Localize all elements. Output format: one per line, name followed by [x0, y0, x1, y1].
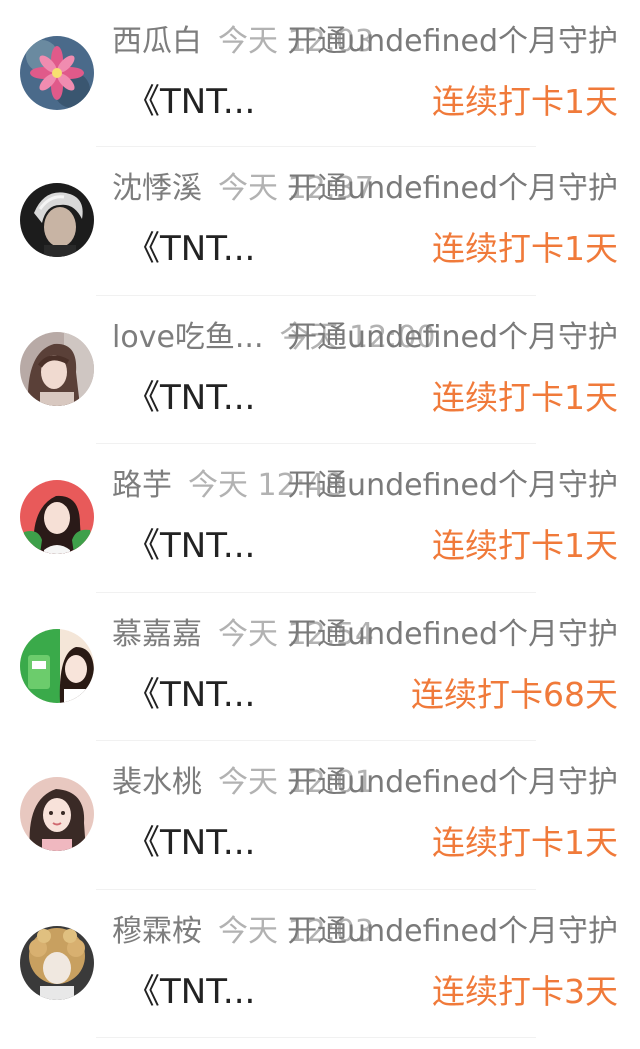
item-title: 《TNT... [126, 823, 256, 863]
list-item[interactable]: 路芋 今天 12:48 开通undefined个月守护 《TNT... 连续打卡1… [0, 444, 640, 593]
guard-action-text: 开通undefined个月守护 [287, 319, 618, 355]
nickname[interactable]: 西瓜白 [112, 24, 202, 59]
nickname[interactable]: 慕嘉嘉 [112, 617, 202, 652]
nickname[interactable]: love吃鱼... [112, 320, 264, 355]
checkin-streak: 连续打卡1天 [432, 377, 618, 417]
list-item[interactable]: 沈悸溪 今天 12:37 开通undefined个月守护 《TNT... 连续打卡… [0, 147, 640, 296]
avatar[interactable] [20, 628, 94, 703]
list-item[interactable]: 慕嘉嘉 今天 12:54 开通undefined个月守护 《TNT... 连续打卡… [0, 593, 640, 741]
guard-action-text: 开通undefined个月守护 [287, 24, 618, 59]
checkin-streak: 连续打卡68天 [411, 674, 618, 714]
avatar[interactable] [20, 777, 94, 851]
avatar[interactable] [20, 480, 94, 554]
nickname[interactable]: 裴水桃 [112, 765, 202, 800]
item-title: 《TNT... [126, 971, 256, 1012]
divider [96, 1037, 536, 1038]
checkin-streak: 连续打卡1天 [432, 229, 618, 268]
list-item[interactable]: 穆霖桉 今天 12:03 开通undefined个月守护 《TNT... 连续打卡… [0, 890, 640, 1038]
item-title: 《TNT... [126, 674, 256, 715]
checkin-streak: 连续打卡1天 [432, 823, 618, 862]
guard-action-text: 开通undefined个月守护 [287, 616, 618, 652]
guard-action-text: 开通undefined个月守护 [287, 765, 618, 800]
avatar[interactable] [20, 331, 94, 406]
item-title: 《TNT... [126, 229, 256, 269]
guard-action-text: 开通undefined个月守护 [287, 468, 618, 503]
nickname[interactable]: 穆霖桉 [112, 914, 202, 949]
nickname[interactable]: 沈悸溪 [112, 171, 202, 206]
list-item[interactable]: 裴水桃 今天 12:01 开通undefined个月守护 《TNT... 连续打卡… [0, 741, 640, 890]
avatar[interactable] [20, 36, 94, 110]
checkin-streak: 连续打卡1天 [432, 82, 618, 121]
list-item[interactable]: 西瓜白 今天 12:03 开通undefined个月守护 《TNT... 连续打卡… [0, 0, 640, 147]
item-title: 《TNT... [126, 82, 256, 122]
guard-list: 西瓜白 今天 12:03 开通undefined个月守护 《TNT... 连续打卡… [0, 0, 640, 1038]
nickname[interactable]: 路芋 [112, 468, 172, 503]
guard-action-text: 开通undefined个月守护 [287, 171, 618, 206]
avatar[interactable] [20, 183, 94, 257]
guard-action-text: 开通undefined个月守护 [287, 913, 618, 949]
checkin-streak: 连续打卡1天 [432, 526, 618, 565]
checkin-streak: 连续打卡3天 [432, 971, 618, 1011]
list-item[interactable]: love吃鱼... 今天 12:00 开通undefined个月守护 《TNT..… [0, 296, 640, 444]
avatar[interactable] [20, 925, 94, 1000]
item-title: 《TNT... [126, 526, 256, 566]
item-title: 《TNT... [126, 377, 256, 418]
